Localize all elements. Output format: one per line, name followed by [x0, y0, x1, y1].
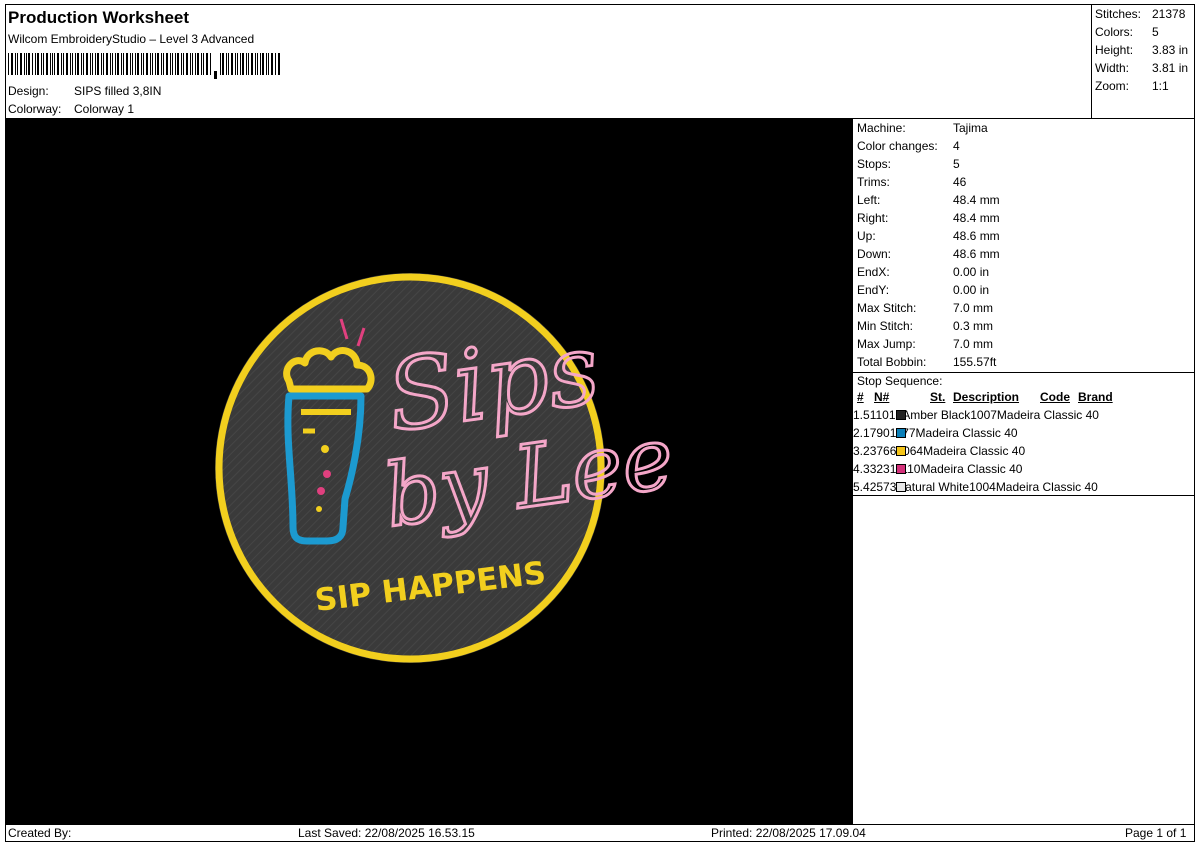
stop-number: 1. — [853, 408, 864, 422]
thread-description: Natural White — [896, 480, 970, 494]
col-header-num: # — [857, 390, 864, 404]
detail-color-changes: Color changes: 4 — [857, 139, 960, 153]
color-swatch — [896, 410, 906, 420]
bubble-dot — [317, 487, 325, 495]
detail-left: Left: 48.4 mm — [857, 193, 1000, 207]
software-name: Wilcom EmbroideryStudio – Level 3 Advanc… — [8, 32, 255, 46]
thread-description: Amber Black — [902, 408, 971, 422]
detail-total-bobbin: Total Bobbin: 155.57ft — [857, 355, 997, 369]
summary-width: Width: 3.81 in — [1095, 61, 1189, 75]
detail-up: Up: 48.6 mm — [857, 229, 1000, 243]
detail-max-jump: Max Jump: 7.0 mm — [857, 337, 994, 351]
summary-panel: Stitches: 21378 Colors: 5 Height: 3.83 in W… — [1091, 4, 1195, 119]
needle-number: 4 — [863, 480, 870, 494]
color-swatch — [896, 446, 906, 456]
color-swatch — [896, 482, 906, 492]
detail-trims: Trims: 46 — [857, 175, 967, 189]
footer-last-saved: Last Saved: 22/08/2025 16.53.15 — [298, 826, 475, 840]
stitch-count: 3766 — [869, 444, 897, 458]
thread-brand: Madeira Classic 40 — [920, 462, 1023, 476]
bubble-dot — [321, 445, 329, 453]
embroidery-design: Sips by Lee SIP HAPPENS — [215, 273, 681, 663]
stop-sequence-row: 1.5 11016Amber Black1007Madeira Classic 4… — [853, 408, 1195, 426]
stitch-count: 790 — [869, 426, 890, 440]
needle-number: 1 — [863, 426, 870, 440]
detail-stops: Stops: 5 — [857, 157, 960, 171]
barcode — [8, 53, 280, 79]
summary-stitches: Stitches: 21378 — [1095, 7, 1186, 21]
stop-number: 3. — [853, 444, 864, 458]
detail-endy: EndY: 0.00 in — [857, 283, 990, 297]
stop-number: 5. — [853, 480, 864, 494]
colorway-label: Colorway: — [8, 102, 62, 116]
footer-page-number: Page 1 of 1 — [1125, 826, 1187, 840]
details-divider — [853, 372, 1195, 373]
stop-sequence-row: 2.17901177Madeira Classic 40 — [853, 426, 1195, 444]
sequence-divider — [853, 495, 1195, 496]
stop-sequence-row: 3.2 37661064Madeira Classic 40 — [853, 444, 1195, 462]
stitch-count: 3231 — [869, 462, 896, 476]
color-swatch — [896, 464, 906, 474]
needle-number: 2 — [863, 444, 870, 458]
summary-colors: Colors: 5 — [1095, 25, 1159, 39]
color-swatch — [896, 428, 906, 438]
detail-down: Down: 48.6 mm — [857, 247, 1000, 261]
thread-brand: Madeira Classic 40 — [915, 426, 1018, 440]
col-header-brand: Brand — [1078, 390, 1113, 404]
stop-number: 2. — [853, 426, 864, 440]
thread-code: 1004 — [969, 480, 996, 494]
thread-brand: Madeira Classic 40 — [995, 480, 1098, 494]
thread-brand: Madeira Classic 40 — [996, 408, 1099, 422]
detail-endx: EndX: 0.00 in — [857, 265, 990, 279]
detail-right: Right: 48.4 mm — [857, 211, 1000, 225]
stop-number: 4. — [853, 462, 864, 476]
detail-min-stitch: Min Stitch: 0.3 mm — [857, 319, 994, 333]
stop-sequence-title: Stop Sequence: — [857, 374, 943, 388]
detail-max-stitch: Max Stitch: 7.0 mm — [857, 301, 994, 315]
footer-created-by: Created By: — [8, 826, 72, 840]
col-header-description: Description — [953, 390, 1020, 404]
thread-code: 1007 — [970, 408, 997, 422]
colorway-row: Colorway: Colorway 1 — [8, 102, 134, 116]
bubble-dot — [316, 506, 322, 512]
summary-height: Height: 3.83 in — [1095, 43, 1189, 57]
needle-number: 5 — [863, 408, 870, 422]
design-row: Design: SIPS filled 3,8IN — [8, 84, 161, 98]
col-header-needle: N# — [874, 390, 890, 404]
thread-brand: Madeira Classic 40 — [923, 444, 1026, 458]
col-header-stitches: St. — [930, 390, 946, 404]
worksheet-header: Production Worksheet Wilcom EmbroiderySt… — [5, 4, 1091, 119]
summary-zoom: Zoom: 1:1 — [1095, 79, 1169, 93]
design-label: Design: — [8, 84, 49, 98]
bubble-dot — [323, 470, 331, 478]
design-value: SIPS filled 3,8IN — [74, 84, 162, 98]
needle-number: 3 — [863, 462, 870, 476]
design-preview: Sips by Lee SIP HAPPENS — [5, 119, 852, 824]
detail-machine: Machine: Tajima — [857, 121, 988, 135]
worksheet-footer: Created By: Last Saved: 22/08/2025 16.53… — [5, 824, 1195, 842]
stop-sequence-row: 4.3 32311110Madeira Classic 40 — [853, 462, 1195, 480]
col-header-code: Code — [1040, 390, 1070, 404]
stitch-count: 2573 — [869, 480, 897, 494]
page-title: Production Worksheet — [8, 8, 190, 27]
colorway-value: Colorway 1 — [74, 102, 135, 116]
footer-printed: Printed: 22/08/2025 17.09.04 — [711, 826, 866, 840]
